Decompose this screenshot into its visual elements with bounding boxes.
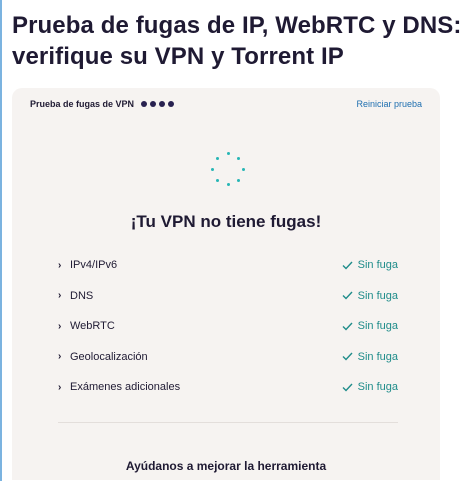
progress-dot bbox=[159, 101, 166, 107]
check-label: Geolocalización bbox=[70, 350, 148, 363]
vpn-leak-test-card: Prueba de fugas de VPN Reiniciar prueba … bbox=[12, 88, 440, 480]
check-status-label: Sin fuga bbox=[357, 259, 398, 272]
check-label: IPv4/IPv6 bbox=[70, 259, 118, 272]
progress-dot bbox=[141, 101, 148, 107]
chevron-right-icon: › bbox=[58, 290, 62, 302]
feedback-heading: Ayúdanos a mejorar la herramienta bbox=[125, 459, 327, 473]
card-header-title: Prueba de fugas de VPN bbox=[30, 99, 135, 109]
check-row-dns[interactable]: › DNS Sin fuga bbox=[58, 281, 398, 312]
check-icon bbox=[342, 261, 353, 270]
check-status-label: Sin fuga bbox=[357, 381, 398, 394]
check-row-webrtc[interactable]: › WebRTC Sin fuga bbox=[58, 311, 398, 342]
loading-spinner-icon bbox=[211, 152, 245, 186]
check-status-label: Sin fuga bbox=[357, 320, 398, 333]
check-status: Sin fuga bbox=[342, 290, 398, 302]
chevron-right-icon: › bbox=[58, 351, 62, 363]
progress-dot bbox=[150, 101, 157, 107]
check-icon bbox=[342, 291, 353, 300]
result-heading: ¡Tu VPN no tiene fugas! bbox=[130, 212, 322, 231]
check-icon bbox=[342, 322, 353, 331]
chevron-right-icon: › bbox=[58, 381, 62, 393]
divider bbox=[58, 422, 398, 423]
check-label: Exámenes adicionales bbox=[70, 381, 181, 394]
check-status: Sin fuga bbox=[342, 259, 398, 271]
chevron-right-icon: › bbox=[58, 320, 62, 332]
check-label: DNS bbox=[70, 289, 94, 302]
check-row-ipv4-ipv6[interactable]: › IPv4/IPv6 Sin fuga bbox=[58, 250, 398, 281]
check-icon bbox=[342, 383, 353, 392]
restart-test-link[interactable]: Reiniciar prueba bbox=[356, 99, 422, 109]
window-edge-line bbox=[0, 0, 2, 481]
progress-dot bbox=[168, 101, 175, 107]
leak-check-list: › IPv4/IPv6 Sin fuga › DNS Sin fuga › We… bbox=[58, 250, 398, 403]
progress-dots bbox=[141, 101, 175, 107]
check-label: WebRTC bbox=[70, 320, 115, 333]
check-row-additional-tests[interactable]: › Exámenes adicionales Sin fuga bbox=[58, 372, 398, 403]
check-row-geolocation[interactable]: › Geolocalización Sin fuga bbox=[58, 342, 398, 373]
card-header: Prueba de fugas de VPN Reiniciar prueba bbox=[30, 97, 422, 111]
check-status: Sin fuga bbox=[342, 381, 398, 393]
check-icon bbox=[342, 352, 353, 361]
check-status-label: Sin fuga bbox=[357, 350, 398, 363]
check-status-label: Sin fuga bbox=[357, 289, 398, 302]
check-status: Sin fuga bbox=[342, 351, 398, 363]
page-title: Prueba de fugas de IP, WebRTC y DNS: ver… bbox=[12, 12, 462, 70]
check-status: Sin fuga bbox=[342, 320, 398, 332]
chevron-right-icon: › bbox=[58, 259, 62, 271]
